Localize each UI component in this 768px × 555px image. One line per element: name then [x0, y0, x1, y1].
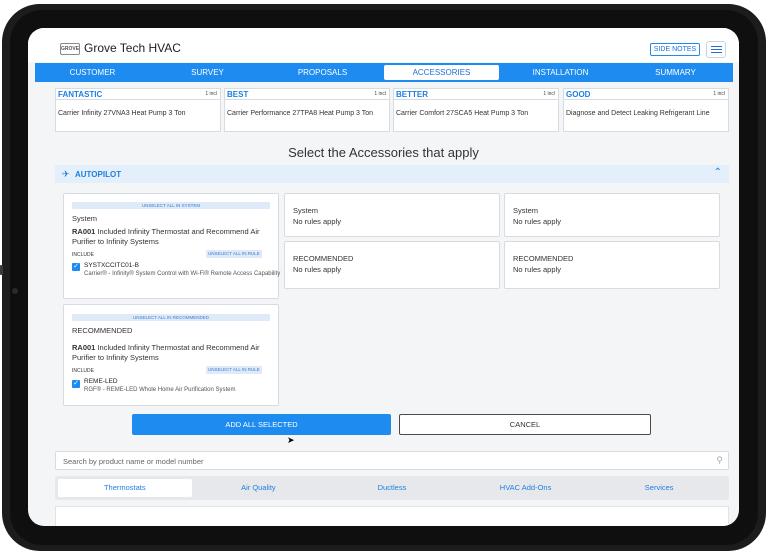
tier-header: BEST 1 incl — [225, 89, 389, 100]
tab-survey[interactable]: SURVEY — [150, 65, 265, 80]
rule-card-text: No rules apply — [513, 265, 561, 274]
side-notes-button[interactable]: SIDE NOTES — [650, 43, 700, 56]
rule-card: RECOMMENDED No rules apply — [284, 241, 500, 289]
product-list-area — [55, 506, 729, 526]
category-tabs: Thermostats Air Quality Ductless HVAC Ad… — [55, 476, 729, 500]
mouse-cursor-icon: ➤ — [287, 435, 295, 445]
tab-installation[interactable]: INSTALLATION — [503, 65, 618, 80]
tab-thermostats[interactable]: Thermostats — [58, 479, 192, 497]
tier-count: 1 incl — [374, 91, 386, 97]
top-bar: GROVE Grove Tech HVAC SIDE NOTES — [28, 28, 739, 62]
tier-count: 1 incl — [543, 91, 555, 97]
tier-header: GOOD 1 incl — [564, 89, 728, 100]
main-nav: CUSTOMER SURVEY PROPOSALS ACCESSORIES IN… — [35, 63, 733, 82]
autopilot-header[interactable]: ✈ AUTOPILOT ⌃ — [55, 165, 729, 183]
tier-product: Diagnose and Detect Leaking Refrigerant … — [566, 110, 710, 117]
rule-code: RA001 — [72, 343, 96, 352]
tab-ductless[interactable]: Ductless — [325, 479, 459, 497]
item-checkbox[interactable]: ✓ — [72, 263, 80, 271]
tab-proposals[interactable]: PROPOSALS — [265, 65, 380, 80]
logo-text: GROVE — [60, 46, 80, 52]
rule-card-text: No rules apply — [293, 265, 341, 274]
rule-card-title: RECOMMENDED — [513, 254, 574, 263]
search-placeholder: Search by product name or model number — [63, 457, 204, 466]
tab-summary[interactable]: SUMMARY — [618, 65, 733, 80]
include-label: INCLUDE — [72, 252, 94, 258]
volume-button — [0, 265, 3, 275]
tier-product: Carrier Performance 27TPA8 Heat Pump 3 T… — [227, 110, 374, 117]
tab-hvac-add-ons[interactable]: HVAC Add-Ons — [459, 479, 593, 497]
unselect-all-rule-button[interactable]: UNSELECT ALL IN RULE — [206, 366, 262, 374]
unselect-all-rule-button[interactable]: UNSELECT ALL IN RULE — [206, 250, 262, 258]
rule-title: RA001 Included Infinity Thermostat and R… — [72, 227, 277, 247]
tier-count: 1 incl — [713, 91, 725, 97]
rule-card-text: No rules apply — [293, 217, 341, 226]
tier-name: FANTASTIC — [58, 90, 103, 99]
tab-services[interactable]: Services — [592, 479, 726, 497]
tab-accessories[interactable]: ACCESSORIES — [384, 65, 499, 80]
rule-card: RECOMMENDED No rules apply — [504, 241, 720, 289]
rule-code: RA001 — [72, 227, 96, 236]
tier-card-better[interactable]: BETTER 1 incl Carrier Comfort 27SCA5 Hea… — [393, 88, 559, 132]
search-icon[interactable]: ⚲ — [716, 455, 723, 466]
card-title: RECOMMENDED — [72, 326, 133, 335]
tier-card-fantastic[interactable]: FANTASTIC 1 incl Carrier Infinity 27VNA3… — [55, 88, 221, 132]
tier-product: Carrier Infinity 27VNA3 Heat Pump 3 Ton — [58, 110, 186, 117]
tier-card-good[interactable]: GOOD 1 incl Diagnose and Detect Leaking … — [563, 88, 729, 132]
item-description: Carrier® - Infinity® System Control with… — [84, 271, 281, 277]
tier-header: FANTASTIC 1 incl — [56, 89, 220, 100]
hamburger-icon[interactable] — [706, 41, 726, 58]
item-checkbox[interactable]: ✓ — [72, 380, 80, 388]
rule-card-title: RECOMMENDED — [293, 254, 354, 263]
rule-card-title: System — [513, 206, 539, 215]
tier-header: BETTER 1 incl — [394, 89, 558, 100]
autopilot-label: AUTOPILOT — [75, 170, 122, 179]
section-title: Select the Accessories that apply — [288, 145, 479, 160]
card-title: System — [72, 214, 98, 223]
include-label: INCLUDE — [72, 368, 94, 374]
unselect-all-system-button[interactable]: UNSELECT ALL IN SYSTEM — [72, 202, 270, 209]
system-rule-card: UNSELECT ALL IN SYSTEM System RA001 Incl… — [63, 193, 280, 299]
item-code: SYSTXCCITC01-B — [84, 262, 139, 269]
rule-card: System No rules apply — [504, 193, 720, 237]
company-logo: GROVE — [60, 43, 80, 55]
rule-card-title: System — [293, 206, 319, 215]
tier-card-best[interactable]: BEST 1 incl Carrier Performance 27TPA8 H… — [224, 88, 390, 132]
tier-name: GOOD — [566, 90, 591, 99]
rule-card: System No rules apply — [284, 193, 500, 237]
tier-name: BEST — [227, 90, 249, 99]
rule-title: RA001 Included Infinity Thermostat and R… — [72, 343, 277, 363]
tab-customer[interactable]: CUSTOMER — [35, 65, 150, 80]
tier-name: BETTER — [396, 90, 428, 99]
camera-icon — [12, 288, 18, 294]
chevron-up-icon[interactable]: ⌃ — [714, 167, 722, 178]
unselect-all-recommended-button[interactable]: UNSELECT ALL IN RECOMMENDED — [72, 314, 270, 321]
tier-product: Carrier Comfort 27SCA5 Heat Pump 3 Ton — [396, 110, 529, 117]
rule-text: Included Infinity Thermostat and Recomme… — [72, 227, 260, 246]
cancel-button[interactable]: CANCEL — [399, 414, 651, 435]
brand-name: Grove Tech HVAC — [84, 41, 181, 55]
recommended-rule-card: UNSELECT ALL IN RECOMMENDED RECOMMENDED … — [63, 304, 279, 406]
rule-text: Included Infinity Thermostat and Recomme… — [72, 343, 260, 362]
app-screen: GROVE Grove Tech HVAC SIDE NOTES CUSTOME… — [28, 28, 739, 526]
tab-air-quality[interactable]: Air Quality — [192, 479, 326, 497]
tier-count: 1 incl — [205, 91, 217, 97]
rocket-icon: ✈ — [62, 169, 70, 179]
search-input[interactable]: Search by product name or model number ⚲ — [55, 451, 729, 470]
rule-card-text: No rules apply — [513, 217, 561, 226]
item-code: REME-LED — [84, 378, 118, 385]
item-description: RGF® - REME-LED Whole Home Air Purificat… — [84, 387, 236, 393]
add-all-selected-button[interactable]: ADD ALL SELECTED — [132, 414, 391, 435]
